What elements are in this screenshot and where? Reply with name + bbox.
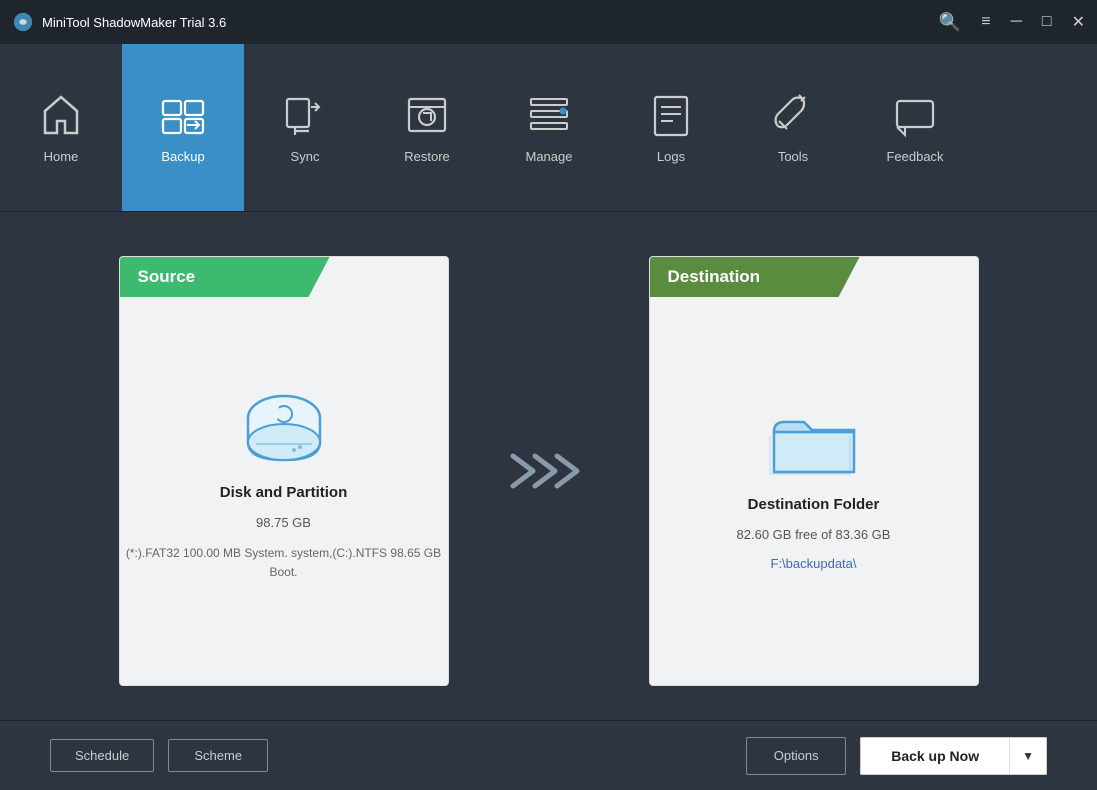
nav-backup[interactable]: Backup bbox=[122, 44, 244, 211]
nav-restore[interactable]: Restore bbox=[366, 44, 488, 211]
destination-header-label: Destination bbox=[668, 267, 761, 287]
nav-tools[interactable]: Tools bbox=[732, 44, 854, 211]
nav-tools-label: Tools bbox=[778, 149, 808, 164]
options-button[interactable]: Options bbox=[746, 737, 846, 775]
logs-icon bbox=[647, 91, 695, 139]
nav-manage-label: Manage bbox=[526, 149, 573, 164]
arrows bbox=[509, 446, 589, 496]
scheme-button[interactable]: Scheme bbox=[168, 739, 268, 772]
destination-header: Destination bbox=[650, 257, 860, 297]
source-detail: (*:).FAT32 100.00 MB System. system,(C:)… bbox=[120, 544, 448, 582]
menu-button[interactable]: ≡ bbox=[981, 13, 990, 31]
title-bar-left: MiniTool ShadowMaker Trial 3.6 bbox=[12, 11, 226, 33]
title-bar-controls: 🔍 ≡ ─ □ ✕ bbox=[939, 12, 1085, 33]
nav-sync[interactable]: Sync bbox=[244, 44, 366, 211]
backup-now-dropdown[interactable]: ▼ bbox=[1009, 737, 1047, 775]
nav-logs-label: Logs bbox=[657, 149, 685, 164]
nav-bar: Home Backup Sync Restore bbox=[0, 44, 1097, 212]
main-content: Source Disk and Partition 98.75 GB (*:).… bbox=[0, 212, 1097, 720]
search-button[interactable]: 🔍 bbox=[939, 12, 961, 33]
home-icon bbox=[37, 91, 85, 139]
backup-now-wrapper: Back up Now ▼ bbox=[860, 737, 1047, 775]
nav-logs[interactable]: Logs bbox=[610, 44, 732, 211]
source-size: 98.75 GB bbox=[256, 515, 311, 530]
destination-title: Destination Folder bbox=[748, 496, 880, 513]
nav-restore-label: Restore bbox=[404, 149, 450, 164]
manage-icon bbox=[525, 91, 573, 139]
source-card[interactable]: Source Disk and Partition 98.75 GB (*:).… bbox=[119, 256, 449, 686]
nav-backup-label: Backup bbox=[161, 149, 204, 164]
minimize-button[interactable]: ─ bbox=[1011, 13, 1022, 31]
destination-free-space: 82.60 GB free of 83.36 GB bbox=[737, 527, 891, 542]
nav-home-label: Home bbox=[44, 149, 79, 164]
title-bar: MiniTool ShadowMaker Trial 3.6 🔍 ≡ ─ □ ✕ bbox=[0, 0, 1097, 44]
nav-home[interactable]: Home bbox=[0, 44, 122, 211]
feedback-icon bbox=[891, 91, 939, 139]
bottom-right-buttons: Options Back up Now ▼ bbox=[746, 737, 1047, 775]
nav-manage[interactable]: Manage bbox=[488, 44, 610, 211]
bottom-left-buttons: Schedule Scheme bbox=[50, 739, 268, 772]
nav-feedback-label: Feedback bbox=[886, 149, 943, 164]
nav-sync-label: Sync bbox=[291, 149, 320, 164]
source-card-body: Disk and Partition 98.75 GB (*:).FAT32 1… bbox=[120, 257, 448, 685]
app-title: MiniTool ShadowMaker Trial 3.6 bbox=[42, 15, 226, 30]
close-button[interactable]: ✕ bbox=[1072, 12, 1085, 32]
destination-card[interactable]: Destination Destination Folder 82.60 GB … bbox=[649, 256, 979, 686]
source-header: Source bbox=[120, 257, 330, 297]
source-title: Disk and Partition bbox=[220, 484, 348, 501]
dropdown-arrow-icon: ▼ bbox=[1022, 749, 1034, 763]
schedule-button[interactable]: Schedule bbox=[50, 739, 154, 772]
sync-icon bbox=[281, 91, 329, 139]
destination-path: F:\backupdata\ bbox=[771, 556, 857, 571]
app-logo bbox=[12, 11, 34, 33]
forward-arrows-icon bbox=[509, 446, 589, 496]
bottom-bar: Schedule Scheme Options Back up Now ▼ bbox=[0, 720, 1097, 790]
tools-icon bbox=[769, 91, 817, 139]
backup-now-button[interactable]: Back up Now bbox=[860, 737, 1009, 775]
restore-icon bbox=[403, 91, 451, 139]
backup-icon bbox=[159, 91, 207, 139]
disk-icon bbox=[234, 390, 334, 470]
folder-icon bbox=[764, 402, 864, 482]
source-header-label: Source bbox=[138, 267, 196, 287]
maximize-button[interactable]: □ bbox=[1042, 13, 1052, 31]
nav-feedback[interactable]: Feedback bbox=[854, 44, 976, 211]
destination-card-body: Destination Folder 82.60 GB free of 83.3… bbox=[650, 257, 978, 685]
